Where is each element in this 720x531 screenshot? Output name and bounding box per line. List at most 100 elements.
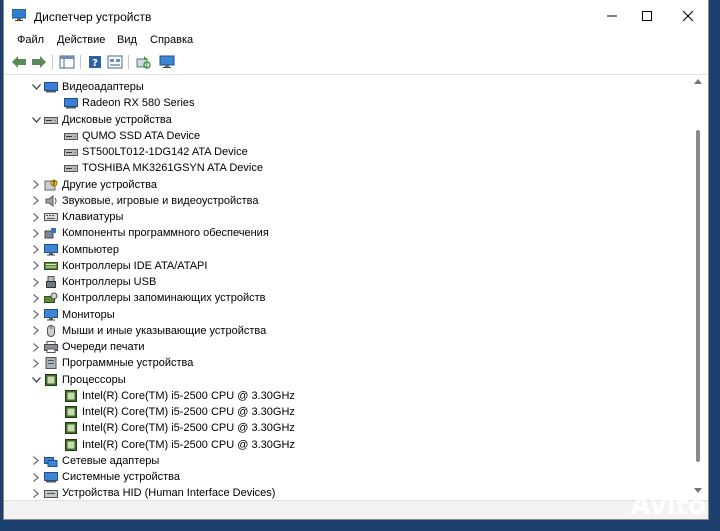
scrollbar-thumb[interactable] (696, 130, 700, 462)
tree-category[interactable]: Контроллеры USB (30, 274, 156, 290)
tree-category[interactable]: Дисковые устройства (30, 112, 172, 128)
chevron-right-icon[interactable] (30, 179, 42, 191)
close-button[interactable] (672, 4, 704, 28)
processor-icon (45, 373, 57, 386)
close-icon (682, 10, 694, 22)
chevron-down-icon[interactable] (30, 374, 42, 386)
chevron-right-icon[interactable] (30, 455, 42, 467)
tree-category[interactable]: Клавиатуры (30, 209, 123, 225)
menu-action[interactable]: Действие (57, 34, 105, 46)
tree-item-label: Intel(R) Core(TM) i5-2500 CPU @ 3.30GHz (82, 438, 295, 451)
tree-item-label: Radeon RX 580 Series (82, 97, 195, 110)
chevron-down-icon[interactable] (30, 114, 42, 126)
processor-icon (65, 438, 77, 451)
tree-item-label: Контроллеры USB (62, 276, 157, 288)
forward-button[interactable] (30, 53, 48, 71)
display-adapter-icon (64, 98, 78, 109)
properties-view-icon (107, 55, 123, 69)
tree-device[interactable]: QUMO SSD ATA Device (48, 128, 200, 144)
keyboard-icon (44, 213, 58, 221)
tree-item-label: Системные устройства (62, 471, 181, 483)
disk-drive-icon (64, 132, 78, 140)
tree-category[interactable]: Сетевые адаптеры (30, 453, 159, 469)
chevron-right-icon[interactable] (30, 195, 42, 207)
network-adapter-icon (44, 456, 58, 467)
chevron-down-icon[interactable] (30, 81, 42, 93)
scan-hardware-button[interactable] (134, 53, 152, 71)
chevron-right-icon[interactable] (30, 325, 42, 337)
minimize-icon (607, 15, 617, 17)
minimize-button[interactable] (596, 4, 628, 28)
chevron-right-icon[interactable] (30, 292, 42, 304)
chevron-right-icon[interactable] (30, 260, 42, 272)
menu-view[interactable]: Вид (117, 34, 137, 46)
chevron-right-icon[interactable] (30, 487, 42, 499)
maximize-button[interactable] (631, 4, 663, 28)
tree-device[interactable]: Intel(R) Core(TM) i5-2500 CPU @ 3.30GHz (48, 437, 295, 453)
scroll-up-arrow-icon[interactable] (694, 78, 702, 84)
tree-device[interactable]: TOSHIBA MK3261GSYN ATA Device (48, 160, 263, 176)
computer-icon (44, 243, 58, 255)
tree-category[interactable]: Контроллеры IDE ATA/ATAPI (30, 258, 207, 274)
tree-category[interactable]: Компоненты программного обеспечения (30, 225, 269, 241)
tree-item-label: Устройства HID (Human Interface Devices) (62, 487, 276, 500)
tree-category[interactable]: Мыши и иные указывающие устройства (30, 323, 266, 339)
tree-category[interactable]: Устройства HID (Human Interface Devices) (30, 485, 275, 501)
chevron-right-icon[interactable] (30, 276, 42, 288)
chevron-right-icon[interactable] (30, 357, 42, 369)
update-driver-button[interactable] (158, 53, 176, 71)
avito-watermark: Avito (631, 491, 706, 521)
forward-arrow-icon (32, 56, 46, 68)
tree-category[interactable]: Программные устройства (30, 355, 193, 371)
chevron-right-icon[interactable] (30, 211, 42, 223)
device-manager-window: Диспетчер устройств Файл Действие Вид Сп… (3, 0, 709, 520)
properties-button[interactable] (106, 53, 124, 71)
tree-item-label: Процессоры (62, 373, 126, 386)
title-bar: Диспетчер устройств (4, 0, 708, 32)
tree-device[interactable]: ST500LT012-1DG142 ATA Device (48, 144, 248, 160)
tree-item-label: ST500LT012-1DG142 ATA Device (82, 146, 248, 158)
properties-icon (59, 55, 75, 69)
show-hide-tree-button[interactable] (58, 53, 76, 71)
tree-category[interactable]: Очереди печати (30, 339, 145, 355)
tree-category[interactable]: Контроллеры запоминающих устройств (30, 290, 265, 306)
maximize-icon (642, 11, 652, 21)
tree-category[interactable]: Мониторы (30, 307, 115, 323)
printer-icon (44, 341, 58, 353)
toolbar: ? (4, 50, 708, 75)
unknown-device-icon: ? (44, 179, 58, 190)
chevron-right-icon[interactable] (30, 227, 42, 239)
chevron-right-icon[interactable] (30, 309, 42, 321)
tree-device[interactable]: Radeon RX 580 Series (48, 95, 195, 111)
usb-icon (46, 276, 56, 288)
tree-category[interactable]: Видеоадаптеры (30, 79, 144, 95)
menu-file[interactable]: Файл (17, 34, 44, 46)
tree-item-label: Компоненты программного обеспечения (62, 227, 269, 240)
vertical-scrollbar[interactable] (691, 76, 705, 502)
tree-device[interactable]: Intel(R) Core(TM) i5-2500 CPU @ 3.30GHz (48, 388, 295, 404)
tree-category[interactable]: Процессоры (30, 372, 126, 388)
help-icon: ? (89, 56, 101, 69)
system-device-icon (44, 472, 58, 483)
watermark-text: Avito (630, 491, 706, 521)
tree-item-label: Звуковые, игровые и видеоустройства (62, 194, 259, 207)
toolbar-separator (80, 55, 81, 69)
tree-category[interactable]: Компьютер (30, 242, 119, 258)
back-button[interactable] (10, 53, 28, 71)
menu-help[interactable]: Справка (150, 34, 193, 46)
tree-device[interactable]: Intel(R) Core(TM) i5-2500 CPU @ 3.30GHz (48, 404, 295, 420)
processor-icon (65, 389, 77, 402)
tree-item-label: Очереди печати (62, 341, 145, 353)
processor-icon (65, 422, 77, 435)
tree-item-label: TOSHIBA MK3261GSYN ATA Device (82, 162, 263, 175)
tree-category[interactable]: Системные устройства (30, 469, 180, 485)
tree-item-label: Компьютер (62, 243, 119, 256)
tree-category[interactable]: ? Другие устройства (30, 177, 157, 193)
help-button[interactable]: ? (86, 53, 104, 71)
chevron-right-icon[interactable] (30, 471, 42, 483)
chevron-right-icon[interactable] (30, 341, 42, 353)
chevron-right-icon[interactable] (30, 244, 42, 256)
tree-category[interactable]: Звуковые, игровые и видеоустройства (30, 193, 259, 209)
tree-device[interactable]: Intel(R) Core(TM) i5-2500 CPU @ 3.30GHz (48, 420, 295, 436)
ide-controller-icon (44, 261, 58, 270)
